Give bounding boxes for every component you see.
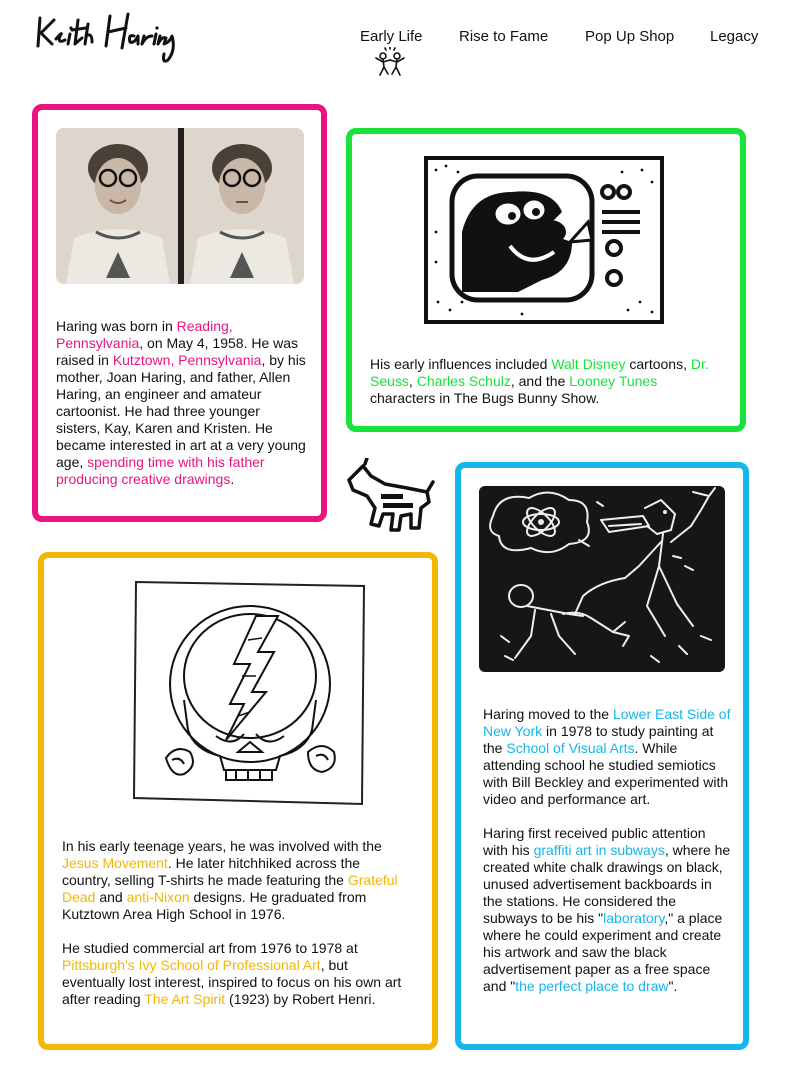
link-anti-nixon[interactable]: anti-Nixon [127,889,190,905]
link-laboratory[interactable]: laboratory [603,910,664,926]
childhood-text: Haring was born in Reading, Pennsylvania… [56,318,306,488]
teen-years-paragraph-2: He studied commercial art from 1976 to 1… [62,940,402,1007]
teen-years-paragraph-1: In his early teenage years, he was invol… [62,838,398,922]
teen-years-text: In his early teenage years, he was invol… [62,838,412,1008]
barking-dog-icon [345,456,435,536]
influences-card: His early influences included Walt Disne… [346,128,746,432]
link-graffiti-art-subways[interactable]: graffiti art in subways [534,842,665,858]
cartoon-tv-drawing-image [422,152,666,326]
nav-item-rise-to-fame[interactable]: Rise to Fame [459,28,548,45]
teen-years-card: In his early teenage years, he was invol… [38,552,438,1050]
link-school-of-visual-arts[interactable]: School of Visual Arts [506,740,634,756]
nav-item-pop-up-shop[interactable]: Pop Up Shop [585,28,674,45]
influences-paragraph: His early influences included Walt Disne… [370,356,709,406]
subway-chalk-drawing-image [479,486,725,672]
link-the-art-spirit[interactable]: The Art Spirit [144,991,225,1007]
childhood-card: Haring was born in Reading, Pennsylvania… [32,104,327,522]
grateful-dead-skull-drawing-image [132,580,368,806]
childhood-paragraph: Haring was born in Reading, Pennsylvania… [56,318,306,487]
new-york-card: Haring moved to the Lower East Side of N… [455,462,749,1050]
link-charles-schulz[interactable]: Charles Schulz [417,373,511,389]
link-kutztown-pennsylvania[interactable]: Kutztown, Pennsylvania [113,352,262,368]
nav-item-early-life[interactable]: Early Life [360,28,423,45]
nav-item-legacy[interactable]: Legacy [710,28,758,45]
link-looney-tunes[interactable]: Looney Tunes [569,373,657,389]
dancing-figures-icon [373,46,407,77]
new-york-text: Haring moved to the Lower East Side of N… [483,706,733,995]
main-nav: Early Life Rise to Fame Pop Up Shop Lega… [0,28,788,48]
link-walt-disney[interactable]: Walt Disney [551,356,625,372]
link-perfect-place-to-draw[interactable]: the perfect place to draw [515,978,668,994]
link-jesus-movement[interactable]: Jesus Movement [62,855,168,871]
photo-booth-portraits-image [56,128,304,284]
new-york-paragraph-1: Haring moved to the Lower East Side of N… [483,706,731,807]
link-ivy-school[interactable]: Pittsburgh's Ivy School of Professional … [62,957,321,973]
new-york-paragraph-2: Haring first received public attention w… [483,825,731,994]
influences-text: His early influences included Walt Disne… [370,356,720,407]
